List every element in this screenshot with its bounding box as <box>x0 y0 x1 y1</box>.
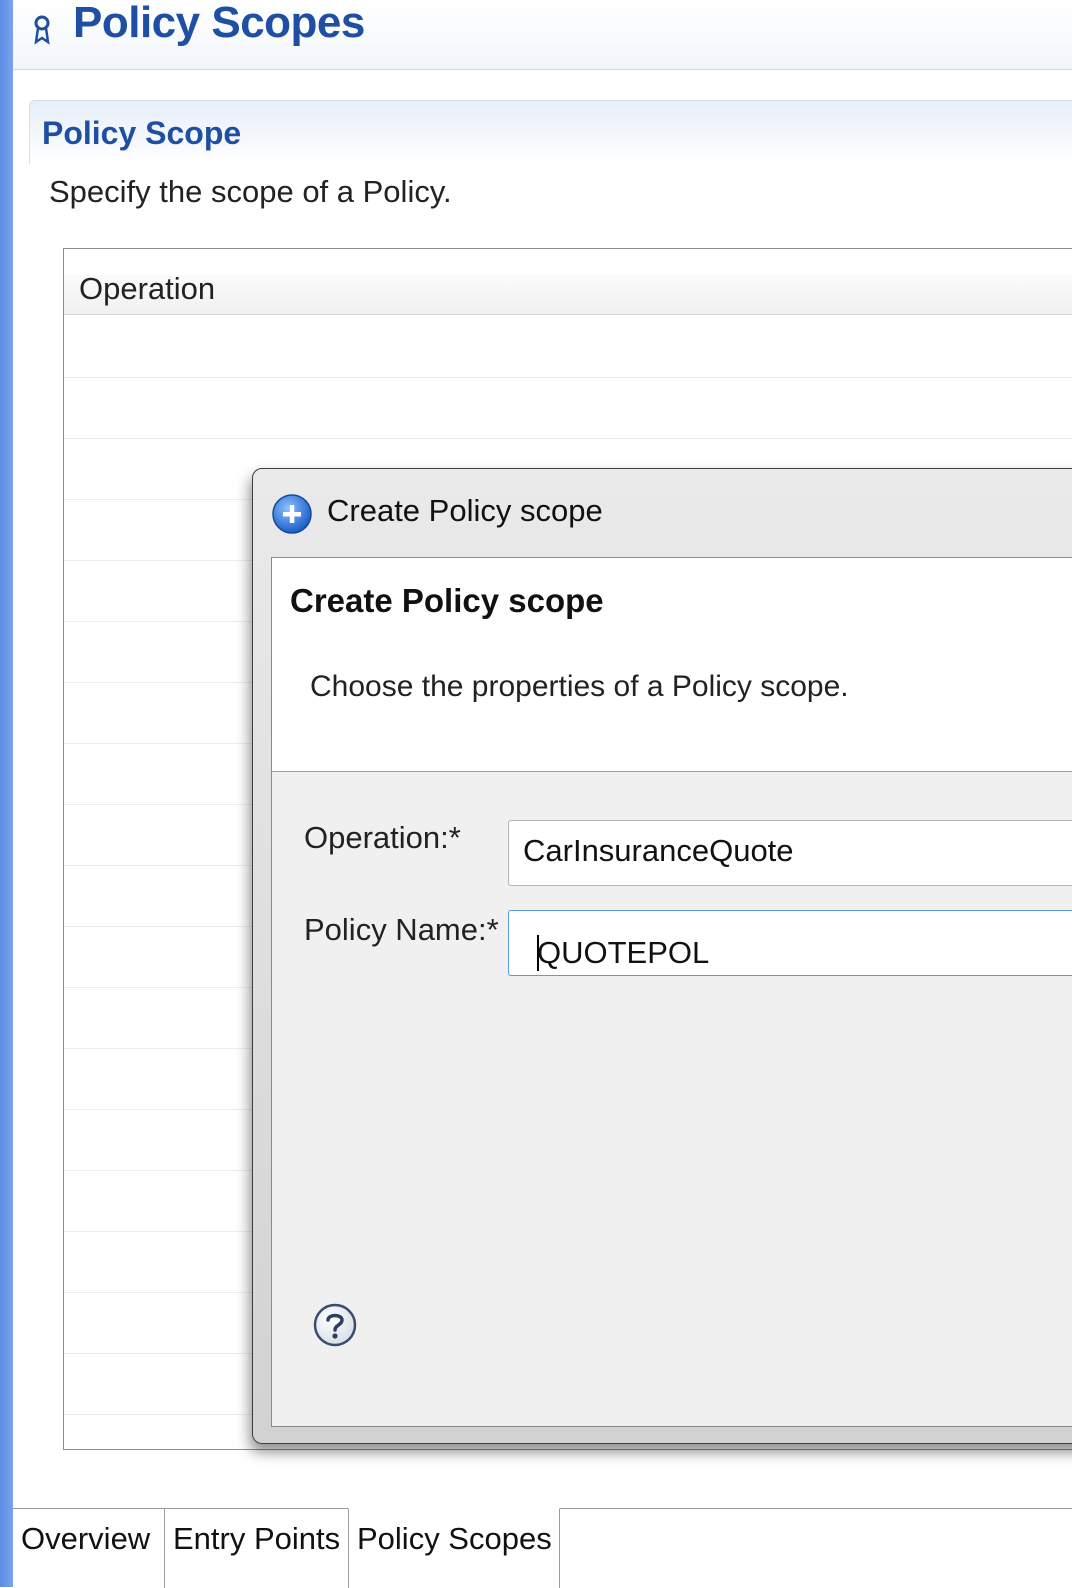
section-title: Policy Scope <box>42 115 242 151</box>
dialog-banner-description: Choose the properties of a Policy scope. <box>310 670 849 703</box>
policy-name-value: QUOTEPOL <box>537 935 710 970</box>
editor-header: Policy Scopes <box>13 0 1072 70</box>
section-header[interactable]: Policy Scope <box>29 100 1072 164</box>
text-caret <box>537 935 539 971</box>
operation-field[interactable]: CarInsuranceQuote <box>508 820 1072 886</box>
add-icon <box>272 494 312 534</box>
dialog-body: Create Policy scope Choose the propertie… <box>271 557 1072 1427</box>
dialog-banner: Create Policy scope Choose the propertie… <box>272 558 1072 772</box>
policy-name-label: Policy Name:* <box>304 912 499 947</box>
operation-value: CarInsuranceQuote <box>523 833 794 868</box>
question-circle-icon[interactable] <box>312 1302 358 1348</box>
tab-policy-scopes[interactable]: Policy Scopes <box>348 1508 560 1588</box>
table-row[interactable] <box>64 377 1072 378</box>
table-row[interactable] <box>64 438 1072 439</box>
tab-policy-scopes-label: Policy Scopes <box>357 1521 552 1556</box>
policy-name-field[interactable]: QUOTEPOL <box>508 910 1072 976</box>
column-header-operation[interactable]: Operation <box>79 271 215 307</box>
operation-label: Operation:* <box>304 820 461 855</box>
page-title: Policy Scopes <box>73 0 365 47</box>
dialog-banner-title: Create Policy scope <box>290 582 604 619</box>
create-policy-scope-dialog: Create Policy scope Create Policy scope … <box>252 468 1072 1444</box>
table-header: Operation <box>64 271 1072 315</box>
editor-tab-bar: Overview Entry Points Policy Scopes <box>13 1508 1072 1588</box>
dialog-window-title: Create Policy scope <box>327 493 603 528</box>
tab-overview-label: Overview <box>21 1521 151 1556</box>
tab-overview[interactable]: Overview <box>13 1509 165 1588</box>
window-left-border <box>0 0 13 1587</box>
policy-ribbon-icon <box>34 15 50 45</box>
tab-entry-points[interactable]: Entry Points <box>165 1509 349 1588</box>
tab-entry-points-label: Entry Points <box>173 1521 341 1556</box>
section-description: Specify the scope of a Policy. <box>49 174 452 209</box>
